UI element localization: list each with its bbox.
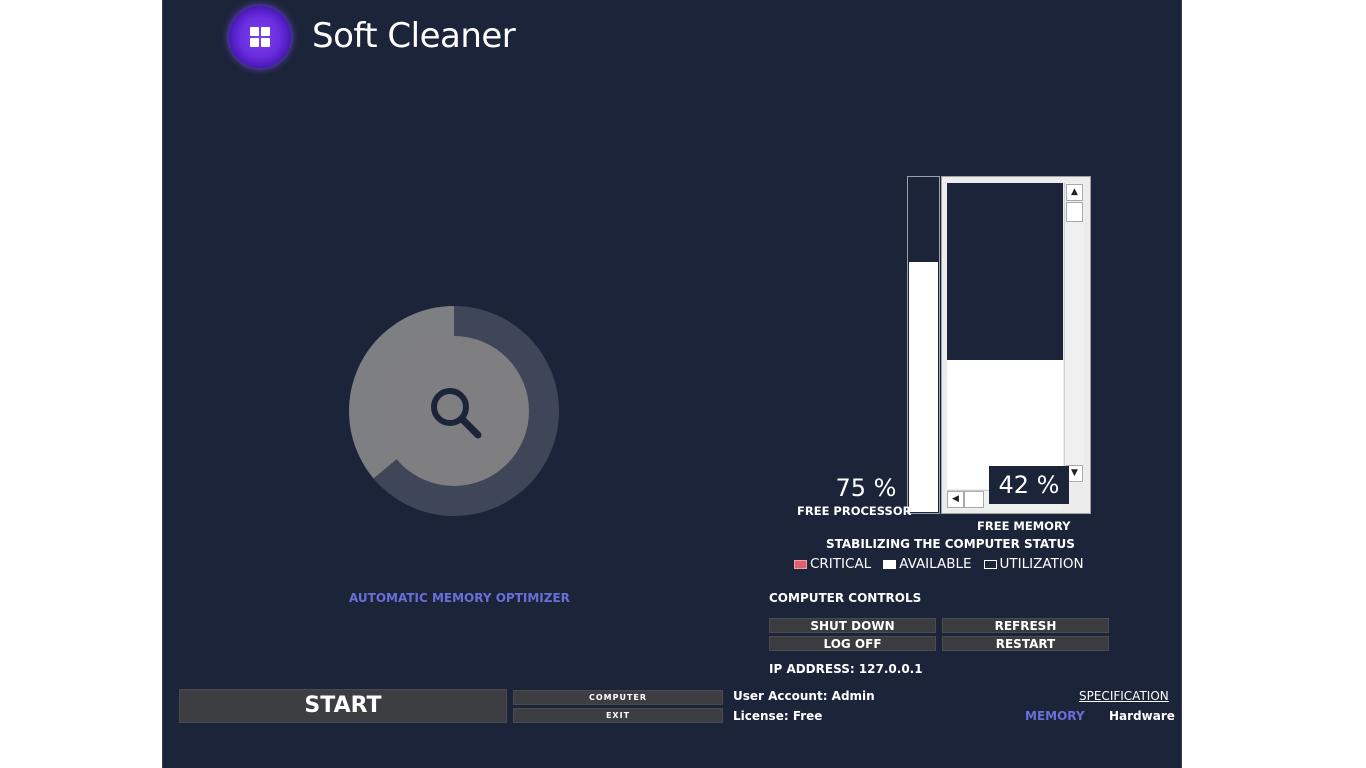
refresh-button[interactable]: REFRESH <box>942 618 1109 633</box>
optimizer-label: AUTOMATIC MEMORY OPTIMIZER <box>349 591 570 605</box>
arrow-left-icon[interactable]: ◀ <box>947 491 964 508</box>
search-icon[interactable] <box>424 381 488 445</box>
start-button[interactable]: START <box>179 689 507 723</box>
logo-square <box>261 38 270 47</box>
processor-value: 75 % <box>835 474 897 502</box>
legend-swatch-available <box>883 559 897 569</box>
processor-label: FREE PROCESSOR <box>797 504 912 518</box>
app-logo <box>229 6 291 68</box>
logoff-button[interactable]: LOG OFF <box>769 636 936 651</box>
memory-label: FREE MEMORY <box>977 519 1071 533</box>
memory-bar <box>947 183 1063 489</box>
horizontal-scroll-thumb[interactable] <box>964 491 984 508</box>
processor-bar-fill <box>909 262 938 512</box>
legend-utilization: UTILIZATION <box>983 556 1084 572</box>
processor-bar <box>907 176 940 514</box>
user-account: User Account: Admin <box>733 689 875 703</box>
memory-panel: ▲ ▼ ◀ <box>941 176 1091 514</box>
hardware-tab[interactable]: Hardware <box>1109 709 1175 723</box>
memory-value: 42 % <box>989 466 1069 504</box>
legend-critical: CRITICAL <box>794 556 871 572</box>
exit-button[interactable]: EXIT <box>513 708 723 723</box>
ip-address: IP ADDRESS: 127.0.0.1 <box>769 662 923 676</box>
controls-title: COMPUTER CONTROLS <box>769 591 922 605</box>
status-legend: CRITICAL AVAILABLE UTILIZATION <box>794 556 1084 572</box>
app-title: Soft Cleaner <box>312 16 516 56</box>
arrow-up-icon[interactable]: ▲ <box>1066 184 1083 201</box>
logo-square <box>250 38 259 47</box>
shutdown-button[interactable]: SHUT DOWN <box>769 618 936 633</box>
legend-critical-label: CRITICAL <box>810 556 872 572</box>
license: License: Free <box>733 709 823 723</box>
legend-available: AVAILABLE <box>883 556 972 572</box>
logo-square <box>261 27 270 36</box>
four-squares-icon <box>250 27 259 36</box>
status-title: STABILIZING THE COMPUTER STATUS <box>826 537 1075 551</box>
app-window: Soft Cleaner AUTOMATIC MEMORY OPTIMIZER … <box>162 0 1182 768</box>
specification-link[interactable]: SPECIFICATION <box>1079 689 1169 703</box>
legend-available-label: AVAILABLE <box>899 556 972 572</box>
computer-button[interactable]: COMPUTER <box>513 690 723 705</box>
vertical-scrollbar[interactable]: ▲ ▼ <box>1064 183 1084 483</box>
memory-tab[interactable]: MEMORY <box>1025 709 1085 723</box>
legend-swatch-critical <box>794 559 807 569</box>
vertical-scroll-thumb[interactable] <box>1066 202 1083 222</box>
legend-swatch-utilization <box>983 559 997 569</box>
restart-button[interactable]: RESTART <box>942 636 1109 651</box>
legend-utilization-label: UTILIZATION <box>999 556 1084 572</box>
